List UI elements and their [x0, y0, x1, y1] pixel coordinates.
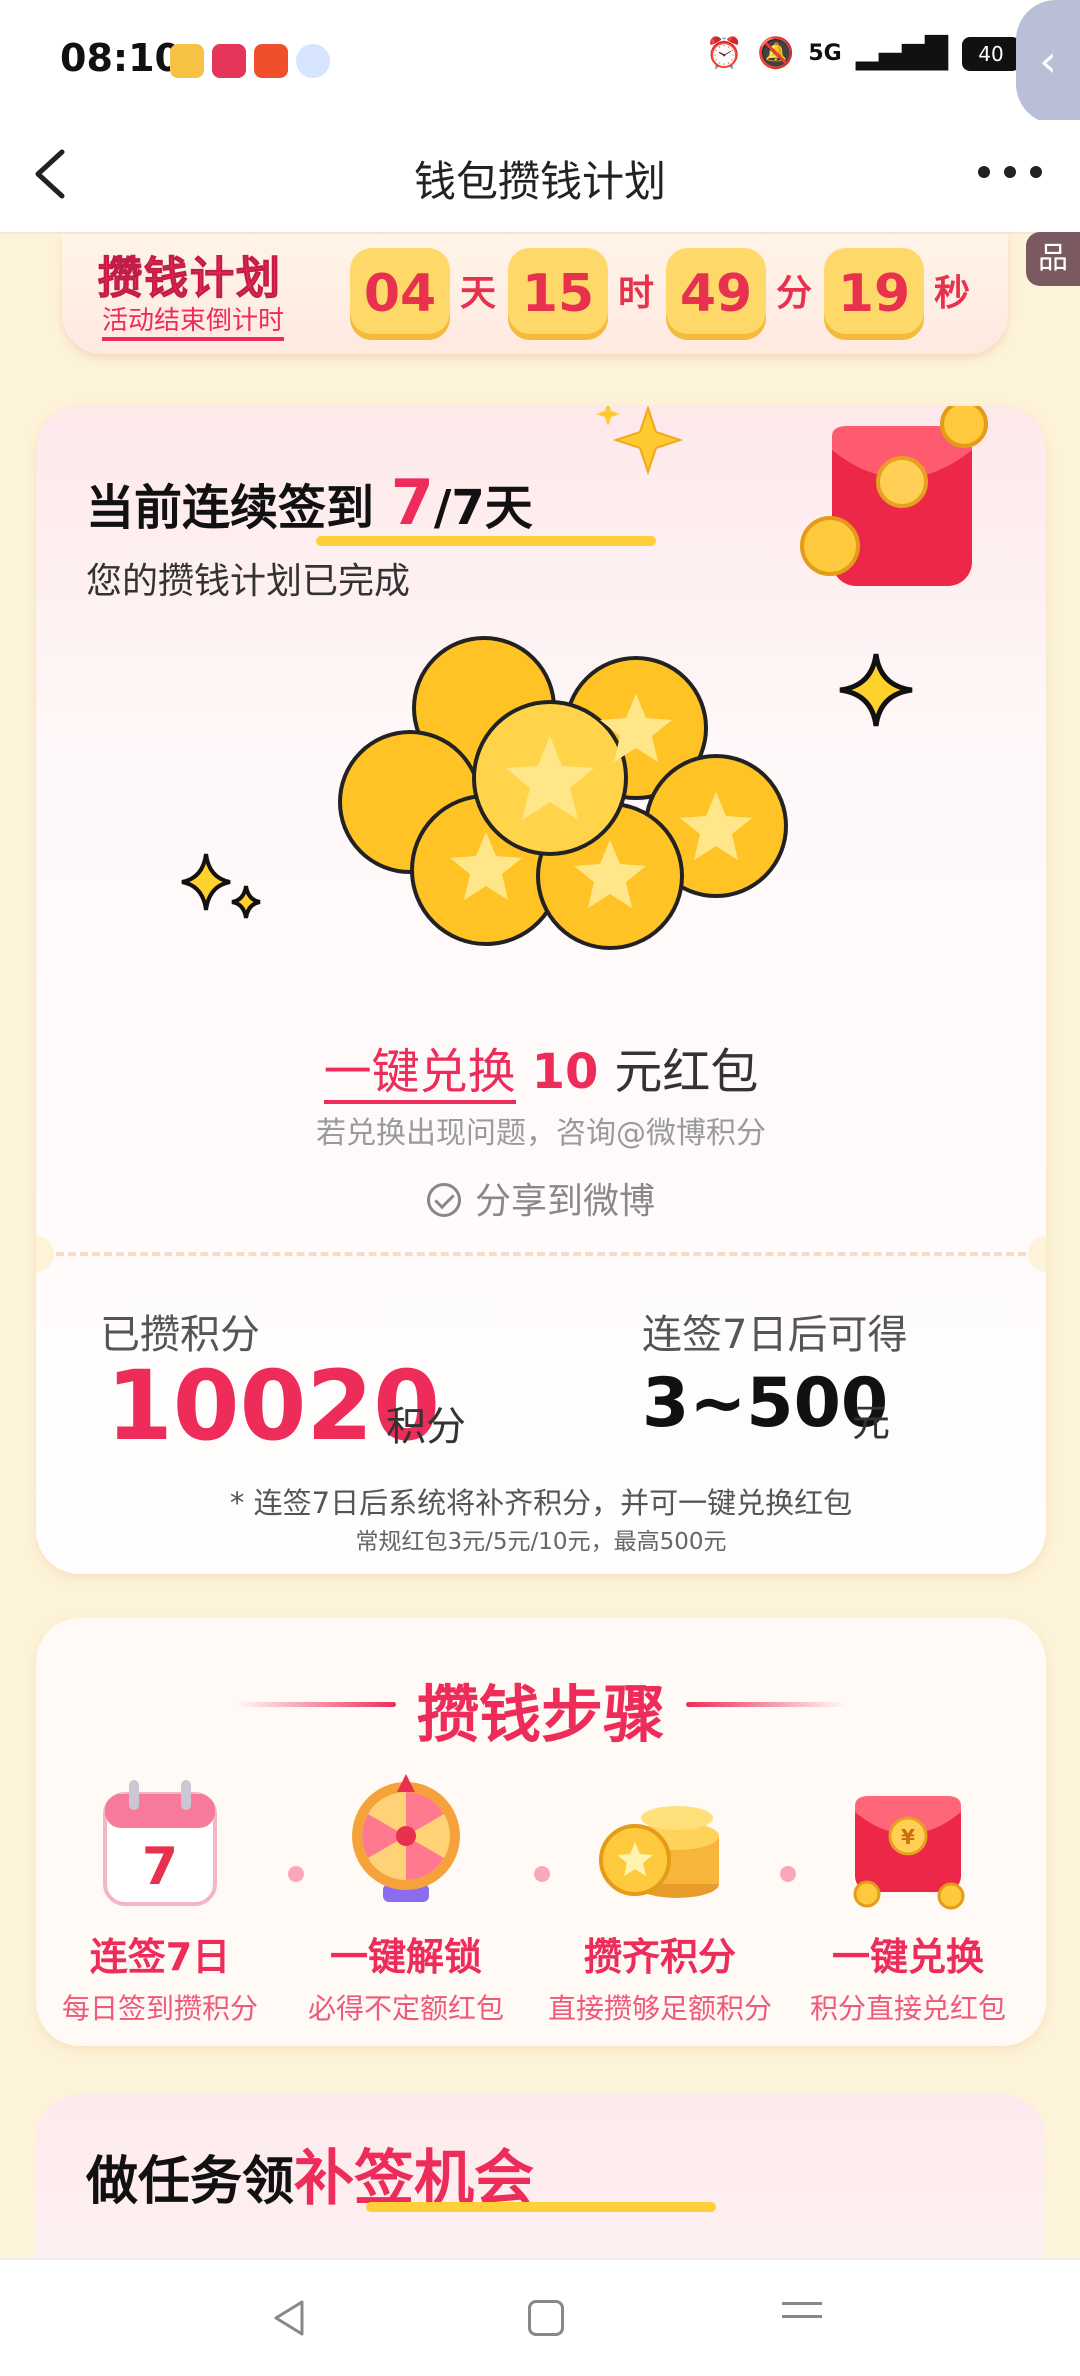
countdown-seconds: 19 [824, 248, 924, 340]
red-envelope-icon: ¥ [853, 1796, 965, 1910]
system-menu-icon[interactable] [782, 2302, 822, 2328]
clock: 08:10 [60, 36, 181, 80]
red-envelope-icon [800, 406, 988, 586]
countdown-title: 攒钱计划 [98, 253, 282, 305]
sparkle-icon [839, 653, 913, 727]
calendar-icon: 7 [103, 1780, 217, 1906]
task-title-underline [366, 2202, 716, 2212]
star-sparkle-icon [596, 406, 684, 476]
weibo-app-icon [170, 44, 204, 78]
step-desc: 直接攒够足额积分 [547, 1992, 772, 2025]
title-line-right [686, 1702, 846, 1707]
alarm-icon: ⏰ [705, 36, 743, 71]
system-nav-bar [0, 2258, 1080, 2376]
countdown-days: 04 [350, 248, 450, 340]
status-icons: ⏰ 🔕 5G ▂▄▆█ 40 [706, 36, 1020, 71]
days-unit: 天 [460, 273, 497, 314]
battery-icon: 40 [962, 36, 1020, 71]
reward-unit: 元 [852, 1401, 891, 1445]
svg-text:¥: ¥ [901, 1825, 915, 1849]
step-name: 攒齐积分 [583, 1935, 736, 1979]
status-bar: 08:10 ⏰ 🔕 5G ▂▄▆█ 40 ‹ [0, 0, 1080, 124]
task-title-prefix: 做任务领 [86, 2152, 295, 2212]
step-desc: 积分直接兑红包 [809, 1992, 1006, 2025]
check-circle-icon [426, 1183, 461, 1217]
steps-card: 攒钱步骤 7 连签7日 每日签到攒积分 一键解锁 必得不定额红包 攒齐积分 直接… [36, 1618, 1046, 2046]
calendar-day: 7 [142, 1837, 178, 1897]
step-name: 一键兑换 [831, 1935, 984, 1979]
step-item: 一键解锁 必得不定额红包 [282, 1766, 530, 2027]
signal-icon: 5G [808, 41, 842, 66]
exchange-suffix: 元红包 [614, 1044, 759, 1100]
streak-total: /7天 [433, 480, 533, 536]
video-app-icon [254, 44, 288, 78]
step-name: 连签7日 [89, 1935, 231, 1979]
sparkle-small-icon [181, 853, 261, 919]
hours-unit: 时 [618, 273, 655, 314]
share-to-weibo-button[interactable]: 分享到微博 [36, 1172, 1046, 1224]
signal-bars-icon: ▂▄▆█ [855, 36, 948, 71]
step-name: 一键解锁 [329, 1935, 482, 1979]
system-home-icon[interactable] [528, 2300, 564, 2336]
streak-current: 7 [390, 466, 434, 539]
dashed-divider [56, 1252, 1026, 1256]
streak-underline [316, 536, 656, 546]
countdown-subtitle: 活动结束倒计时 [102, 300, 285, 341]
mute-icon: 🔕 [756, 36, 795, 71]
floating-collapse-tab[interactable]: ‹ [1016, 0, 1080, 124]
step-desc: 必得不定额红包 [307, 1992, 504, 2025]
seconds-unit: 秒 [934, 273, 971, 314]
reward-label: 连签7日后可得 [642, 1312, 908, 1358]
points-note: * 连签7日后系统将补齐积分，并可一键兑换红包 [229, 1486, 853, 1520]
prize-wheel-icon [352, 1774, 460, 1902]
share-label: 分享到微博 [474, 1181, 655, 1222]
card-notch-left [36, 1236, 54, 1272]
gold-coins-icon [338, 636, 788, 950]
more-options-icon[interactable] [978, 166, 1042, 178]
one-click-exchange-link[interactable]: 一键兑换 [323, 1044, 516, 1104]
step-item: 7 连签7日 每日签到攒积分 [36, 1766, 284, 2027]
step-item: 攒齐积分 直接攒够足额积分 [536, 1766, 784, 2027]
page-title: 钱包攒钱计划 [413, 157, 666, 206]
cloud-app-icon [296, 44, 330, 78]
streak-prefix: 当前连续签到 [86, 480, 375, 536]
card-notch-right [1028, 1236, 1046, 1272]
countdown-banner: 攒钱计划 活动结束倒计时 04 天 15 时 49 分 19 秒 [62, 234, 1008, 354]
countdown-hours: 15 [508, 248, 608, 340]
exchange-amount: 10 [531, 1044, 599, 1100]
step-desc: 每日签到攒积分 [61, 1992, 258, 2025]
exchange-row: 一键兑换 10 元红包 [36, 1032, 1046, 1104]
minutes-unit: 分 [776, 273, 813, 314]
streak-text: 当前连续签到 7/7天 [86, 466, 533, 539]
plan-status: 您的攒钱计划已完成 [86, 561, 411, 602]
help-text: 若兑换出现问题，咨询@微博积分 [316, 1116, 766, 1151]
coin-stack-icon [599, 1806, 719, 1898]
nav-bar: 钱包攒钱计划 [0, 120, 1080, 234]
points-unit: 积分 [386, 1404, 466, 1450]
countdown-minutes: 49 [666, 248, 766, 340]
system-back-icon[interactable] [268, 2296, 312, 2340]
step-item: ¥ 一键兑换 积分直接兑红包 [784, 1766, 1032, 2027]
side-shop-tag[interactable]: 品 [1026, 232, 1080, 286]
steps-title: 攒钱步骤 [416, 1678, 665, 1751]
signin-card: 当前连续签到 7/7天 您的攒钱计划已完成 一键兑换 10 元红包 若兑换出现问… [36, 406, 1046, 1574]
points-subnote: 常规红包3元/5元/10元，最高500元 [355, 1529, 727, 1555]
taobao-app-icon [212, 44, 246, 78]
